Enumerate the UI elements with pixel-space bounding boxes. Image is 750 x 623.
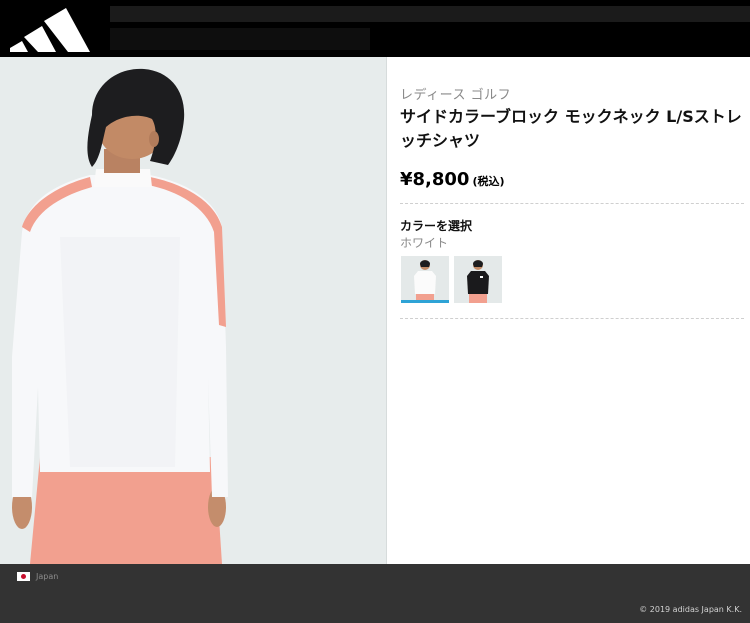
black-shirt-thumbnail-icon xyxy=(454,256,502,303)
tax-note: (税込) xyxy=(472,175,505,188)
price-row: ¥8,800 (税込) xyxy=(400,169,505,190)
product-title: サイドカラーブロック モックネック L/Sストレッチシャツ xyxy=(400,107,742,150)
copyright-text: © 2019 adidas Japan K.K. xyxy=(639,605,742,614)
color-select-label: カラーを選択 xyxy=(400,219,473,233)
color-swatch-white[interactable] xyxy=(401,256,449,303)
product-main-image[interactable] xyxy=(0,57,387,564)
product-price: ¥8,800 xyxy=(400,169,470,190)
adidas-logo-icon[interactable] xyxy=(8,4,90,54)
site-header xyxy=(0,0,750,57)
product-category[interactable]: レディース ゴルフ xyxy=(400,84,511,103)
model-back-view-illustration xyxy=(0,57,386,564)
white-shirt-thumbnail-icon xyxy=(401,256,449,300)
divider xyxy=(400,318,744,319)
japan-flag-icon[interactable] xyxy=(17,572,30,581)
site-footer: Japan © 2019 adidas Japan K.K. xyxy=(0,564,750,623)
header-nav-placeholder xyxy=(110,6,750,22)
selected-color-name: ホワイト xyxy=(400,236,449,250)
divider xyxy=(400,203,744,204)
header-nav-placeholder-2 xyxy=(110,28,370,50)
country-selector[interactable]: Japan xyxy=(36,572,58,581)
color-swatch-black[interactable] xyxy=(454,256,502,303)
product-info-panel: レディース ゴルフ サイドカラーブロック モックネック L/Sストレッチシャツ … xyxy=(388,57,750,564)
